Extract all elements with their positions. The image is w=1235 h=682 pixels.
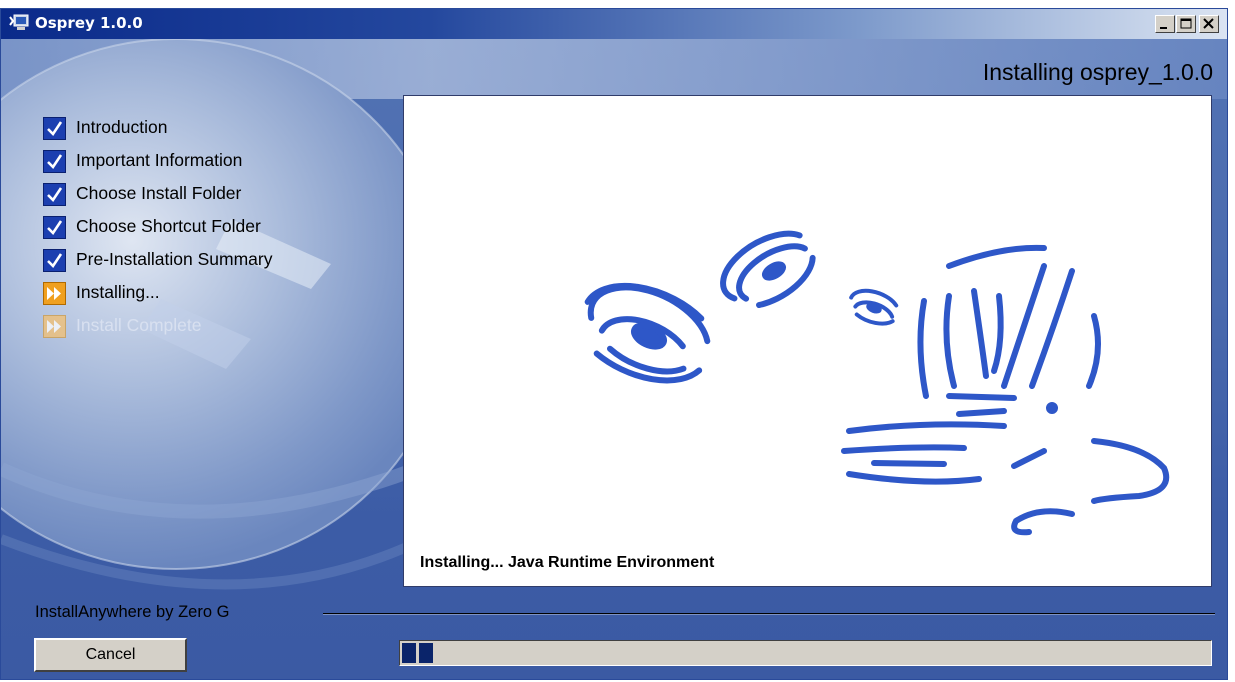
checkmark-icon [43, 117, 66, 140]
step-label: Choose Install Folder [76, 183, 242, 203]
install-progress-bar [399, 640, 1212, 666]
step-label: Important Information [76, 150, 243, 170]
step-label: Pre-Installation Summary [76, 249, 273, 269]
checkmark-icon [43, 216, 66, 239]
disc-icon [849, 288, 899, 326]
checkmark-icon [43, 150, 66, 173]
checkmark-icon [43, 183, 66, 206]
minimize-button[interactable] [1155, 15, 1175, 33]
minimize-icon [1160, 27, 1167, 29]
installer-window: Osprey 1.0.0 Installing osprey_1.0.0 Int… [0, 8, 1228, 680]
branding-label: InstallAnywhere by Zero G [35, 603, 230, 621]
computer-with-discs-illustration [584, 230, 1170, 536]
maximize-button[interactable] [1176, 15, 1196, 33]
app-icon [9, 14, 29, 30]
installer-content: Installing osprey_1.0.0 Introduction Imp… [1, 39, 1227, 679]
keyboard-sketch [841, 421, 1170, 536]
install-graphic-panel: Installing... Java Runtime Environment [403, 95, 1212, 587]
arrow-forward-icon [43, 282, 66, 305]
maximize-icon [1180, 18, 1192, 29]
page-title: Installing osprey_1.0.0 [982, 59, 1213, 85]
step-label: Choose Shortcut Folder [76, 216, 261, 236]
window-title: Osprey 1.0.0 [35, 14, 143, 32]
disc-icon [584, 282, 711, 384]
cancel-button[interactable]: Cancel [34, 638, 187, 672]
step-label: Install Complete [76, 315, 202, 335]
close-icon [1203, 18, 1214, 29]
monitor-sketch [917, 244, 1101, 417]
branding-separator: InstallAnywhere by Zero G [35, 603, 1215, 623]
separator-line [323, 613, 1215, 615]
step-label: Installing... [76, 282, 160, 302]
disc-icon [720, 230, 816, 309]
progress-fill [402, 643, 436, 663]
close-button[interactable] [1199, 15, 1219, 33]
step-label: Introduction [76, 117, 168, 137]
install-status-text: Installing... Java Runtime Environment [420, 554, 715, 571]
title-bar[interactable]: Osprey 1.0.0 [1, 9, 1227, 39]
arrow-forward-icon [43, 315, 66, 338]
checkmark-icon [43, 249, 66, 272]
